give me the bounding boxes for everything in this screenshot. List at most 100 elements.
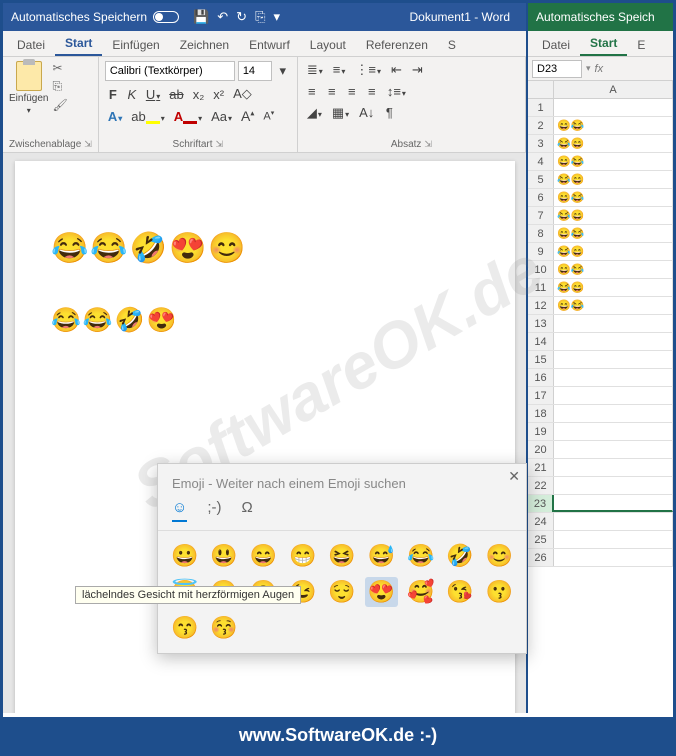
emoji-item[interactable]: 😁 — [286, 541, 319, 571]
cell[interactable] — [554, 387, 673, 404]
clear-format-button[interactable]: A◇ — [230, 85, 255, 103]
outdent-button[interactable]: ⇤ — [388, 61, 405, 79]
cell[interactable]: 😄😂 — [554, 189, 673, 206]
emoji-item[interactable]: 😗 — [483, 577, 516, 607]
row-header[interactable]: 8 — [528, 225, 554, 242]
shading-button[interactable]: ◢▾ — [304, 104, 325, 122]
tab-zeichnen[interactable]: Zeichnen — [170, 34, 239, 56]
cell[interactable] — [554, 495, 673, 512]
qat-more-icon[interactable]: ▾ — [273, 9, 280, 25]
row-header[interactable]: 22 — [528, 477, 554, 494]
table-row[interactable]: 14 — [528, 333, 673, 351]
justify-button[interactable]: ≡ — [364, 83, 380, 100]
row-header[interactable]: 20 — [528, 441, 554, 458]
row-header[interactable]: 4 — [528, 153, 554, 170]
table-row[interactable]: 2😄😂 — [528, 117, 673, 135]
subscript-button[interactable]: x₂ — [190, 86, 208, 103]
table-row[interactable]: 5😂😄 — [528, 171, 673, 189]
table-row[interactable]: 6😄😂 — [528, 189, 673, 207]
emoji-item[interactable]: 😘 — [443, 577, 476, 607]
cell[interactable] — [554, 459, 673, 476]
save-icon[interactable]: 💾 — [193, 9, 209, 25]
superscript-button[interactable]: x² — [210, 86, 227, 103]
emoji-tab-kaomoji[interactable]: ;-) — [207, 499, 221, 522]
indent-button[interactable]: ⇥ — [409, 61, 426, 79]
tab-entwurf[interactable]: Entwurf — [239, 34, 300, 56]
emoji-item[interactable]: 😌 — [325, 577, 358, 607]
sort-button[interactable]: A↓ — [356, 104, 377, 122]
row-header[interactable]: 26 — [528, 549, 554, 566]
emoji-item[interactable]: 🤣 — [443, 541, 476, 571]
table-row[interactable]: 8😄😂 — [528, 225, 673, 243]
row-header[interactable]: 11 — [528, 279, 554, 296]
row-header[interactable]: 12 — [528, 297, 554, 314]
bullets-button[interactable]: ≣▾ — [304, 61, 326, 79]
copy-icon[interactable]: ⎘ — [52, 79, 67, 94]
emoji-item[interactable]: 😅 — [365, 541, 398, 571]
row-header[interactable]: 5 — [528, 171, 554, 188]
table-row[interactable]: 12😄😂 — [528, 297, 673, 315]
cell[interactable]: 😂😄 — [554, 171, 673, 188]
align-center-button[interactable]: ≡ — [324, 83, 340, 100]
cell[interactable] — [554, 513, 673, 530]
align-right-button[interactable]: ≡ — [344, 83, 360, 100]
cell[interactable] — [554, 477, 673, 494]
emoji-item[interactable]: 😆 — [325, 541, 358, 571]
tab-datei[interactable]: Datei — [532, 34, 580, 56]
font-name-select[interactable] — [105, 61, 235, 81]
close-icon[interactable]: ✕ — [508, 468, 520, 485]
row-header[interactable]: 18 — [528, 405, 554, 422]
cell[interactable]: 😂😄 — [554, 135, 673, 152]
chevron-down-icon[interactable]: ▾ — [586, 63, 591, 74]
cell[interactable] — [554, 369, 673, 386]
cell[interactable]: 😄😂 — [554, 225, 673, 242]
row-header[interactable]: 3 — [528, 135, 554, 152]
cell[interactable]: 😄😂 — [554, 117, 673, 134]
borders-button[interactable]: ▦▾ — [329, 104, 352, 122]
table-row[interactable]: 7😂😄 — [528, 207, 673, 225]
emoji-item[interactable]: 😃 — [207, 541, 240, 571]
row-header[interactable]: 10 — [528, 261, 554, 278]
table-row[interactable]: 3😂😄 — [528, 135, 673, 153]
table-row[interactable]: 26 — [528, 549, 673, 567]
strike-button[interactable]: ab — [166, 86, 186, 103]
cell[interactable]: 😄😂 — [554, 297, 673, 314]
cut-icon[interactable]: ✂ — [52, 61, 67, 75]
redo-icon[interactable]: ↻ — [236, 9, 247, 25]
show-marks-button[interactable]: ¶ — [381, 104, 397, 122]
emoji-search-placeholder[interactable]: Emoji - Weiter nach einem Emoji suchen — [158, 464, 526, 499]
tab-s[interactable]: S — [438, 34, 466, 56]
underline-button[interactable]: U▾ — [143, 86, 163, 103]
table-row[interactable]: 24 — [528, 513, 673, 531]
row-header[interactable]: 15 — [528, 351, 554, 368]
cell[interactable]: 😄😂 — [554, 153, 673, 170]
cell[interactable]: 😂😄 — [554, 279, 673, 296]
table-row[interactable]: 25 — [528, 531, 673, 549]
shrink-font-button[interactable]: A▾ — [260, 108, 277, 124]
line-spacing-button[interactable]: ↕≡▾ — [384, 83, 409, 100]
select-all-corner[interactable] — [528, 81, 554, 98]
row-header[interactable]: 7 — [528, 207, 554, 224]
chevron-down-icon[interactable]: ▾ — [275, 62, 291, 80]
table-row[interactable]: 11😂😄 — [528, 279, 673, 297]
emoji-tab-symbols[interactable]: Ω — [242, 499, 253, 522]
row-header[interactable]: 14 — [528, 333, 554, 350]
row-header[interactable]: 1 — [528, 99, 554, 116]
bold-button[interactable]: F — [105, 86, 121, 103]
emoji-item[interactable]: 😄 — [247, 541, 280, 571]
table-row[interactable]: 21 — [528, 459, 673, 477]
cell[interactable] — [554, 315, 673, 332]
cell[interactable] — [554, 333, 673, 350]
emoji-item[interactable]: 😂 — [404, 541, 437, 571]
emoji-item[interactable]: 😚 — [207, 613, 240, 643]
table-row[interactable]: 23 — [528, 495, 673, 513]
row-header[interactable]: 6 — [528, 189, 554, 206]
table-row[interactable]: 22 — [528, 477, 673, 495]
column-header-a[interactable]: A — [554, 81, 673, 98]
table-row[interactable]: 10😄😂 — [528, 261, 673, 279]
row-header[interactable]: 21 — [528, 459, 554, 476]
cell[interactable] — [554, 405, 673, 422]
tab-start[interactable]: Start — [55, 32, 102, 56]
emoji-item[interactable]: 😊 — [483, 541, 516, 571]
customize-icon[interactable]: ⎘ — [255, 9, 265, 25]
